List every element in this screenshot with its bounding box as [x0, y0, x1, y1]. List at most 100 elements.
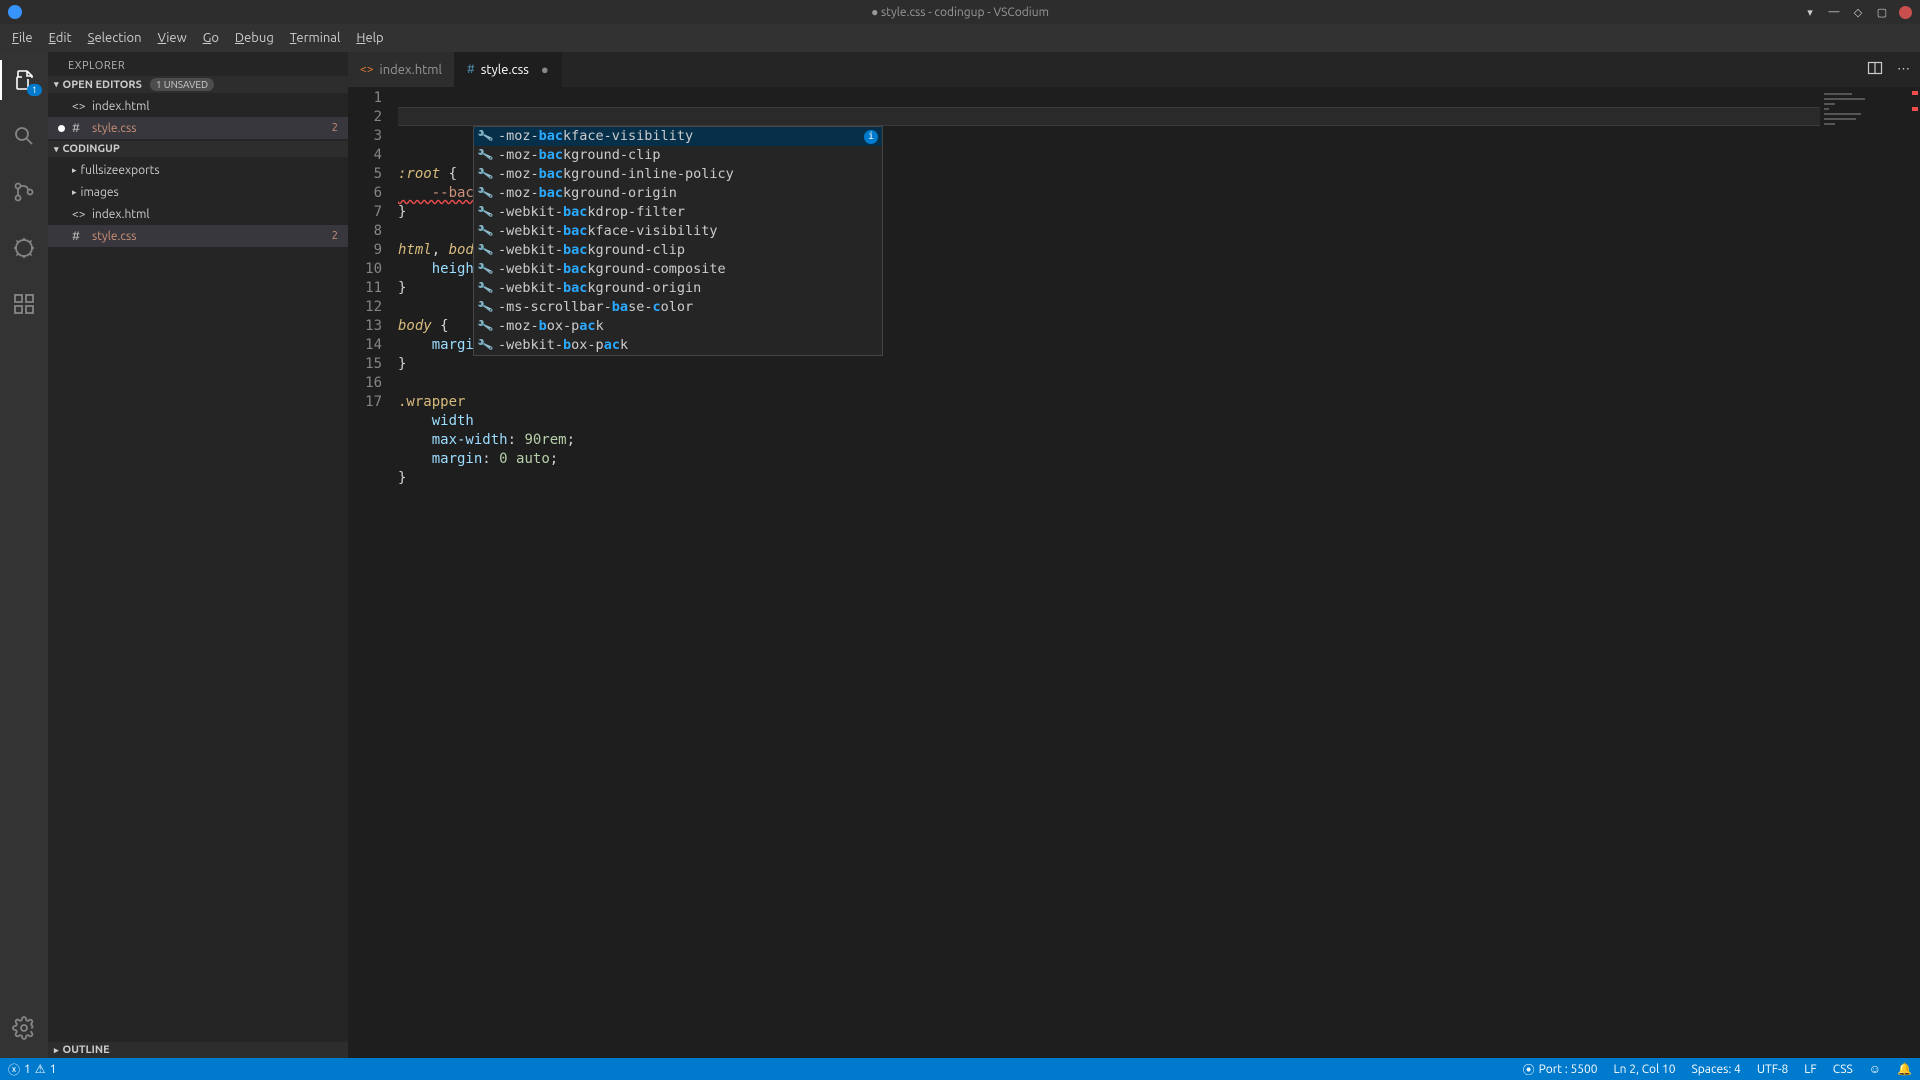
- problems-status[interactable]: ⓧ1 ⚠1: [8, 1061, 56, 1078]
- suggestion-label: -webkit-box-pack: [498, 336, 628, 355]
- tab-style-css[interactable]: # style.css ●: [455, 52, 562, 87]
- open-editor-item[interactable]: <> index.html: [48, 95, 348, 117]
- suggestion-item[interactable]: 🔧-moz-box-pack: [474, 317, 882, 336]
- notifications-icon[interactable]: 🔔: [1897, 1062, 1912, 1076]
- property-icon: 🔧: [476, 145, 494, 167]
- menu-file[interactable]: File: [4, 24, 41, 52]
- folder-name: fullsizeexports: [81, 164, 160, 177]
- source-control-icon[interactable]: [0, 172, 48, 212]
- tabs-row: <> index.html # style.css ● ⋯: [348, 52, 1920, 87]
- dirty-indicator-icon: [58, 125, 65, 132]
- sidebar-explorer: EXPLORER ▾ OPEN EDITORS 1 UNSAVED <> ind…: [48, 52, 348, 1058]
- file-item[interactable]: <> index.html: [48, 203, 348, 225]
- error-count: 2: [332, 122, 338, 134]
- css-file-icon: #: [467, 63, 475, 76]
- tab-label: style.css: [481, 63, 529, 77]
- folder-tree: ▸ fullsizeexports ▸ images <> index.html…: [48, 157, 348, 249]
- suggestion-item[interactable]: 🔧-webkit-background-origin: [474, 279, 882, 298]
- code-content[interactable]: :root { --bac}html, bod heigh}body { mar…: [398, 87, 1820, 1058]
- suggestion-label: -moz-backface-visibility: [498, 127, 693, 146]
- debug-icon[interactable]: [0, 228, 48, 268]
- restore-icon[interactable]: ◇: [1851, 5, 1865, 19]
- open-editors-header[interactable]: ▾ OPEN EDITORS 1 UNSAVED: [48, 76, 348, 93]
- suggestion-widget[interactable]: 🔧-moz-backface-visibilityi🔧-moz-backgrou…: [473, 126, 883, 356]
- menu-help[interactable]: Help: [348, 24, 391, 52]
- minimize-icon[interactable]: —: [1827, 5, 1841, 19]
- eol-status[interactable]: LF: [1804, 1063, 1816, 1076]
- split-editor-icon[interactable]: [1867, 60, 1883, 79]
- menu-go[interactable]: Go: [195, 24, 227, 52]
- menu-selection[interactable]: Selection: [80, 24, 150, 52]
- menu-debug[interactable]: Debug: [227, 24, 282, 52]
- settings-gear-icon[interactable]: [0, 1008, 48, 1048]
- open-editor-item[interactable]: # style.css 2: [48, 117, 348, 139]
- suggestion-item[interactable]: 🔧-moz-backface-visibilityi: [474, 127, 882, 146]
- folder-header[interactable]: ▾ CODINGUP: [48, 141, 348, 157]
- explorer-icon[interactable]: 1: [0, 60, 48, 100]
- menu-terminal[interactable]: Terminal: [282, 24, 349, 52]
- dirty-indicator-icon[interactable]: ●: [541, 62, 549, 77]
- suggestion-item[interactable]: 🔧-moz-background-inline-policy: [474, 165, 882, 184]
- html-file-icon: <>: [72, 100, 86, 113]
- suggestion-item[interactable]: 🔧-ms-scrollbar-base-color: [474, 298, 882, 317]
- tab-label: index.html: [380, 63, 442, 77]
- minimize-all-icon[interactable]: ▾: [1803, 5, 1817, 19]
- error-count: 1: [24, 1063, 31, 1076]
- info-icon[interactable]: i: [864, 130, 878, 144]
- tab-index-html[interactable]: <> index.html: [348, 52, 455, 87]
- property-icon: 🔧: [476, 221, 494, 243]
- file-name: style.css: [92, 230, 136, 243]
- unsaved-badge: 1 UNSAVED: [150, 78, 214, 91]
- suggestion-label: -webkit-backdrop-filter: [498, 203, 685, 222]
- folder-item[interactable]: ▸ images: [48, 181, 348, 203]
- broadcast-icon: ⦿: [1523, 1061, 1535, 1078]
- explorer-badge: 1: [27, 84, 42, 96]
- outline-header[interactable]: ▸ OUTLINE: [48, 1042, 348, 1058]
- extensions-icon[interactable]: [0, 284, 48, 324]
- more-actions-icon[interactable]: ⋯: [1897, 62, 1910, 77]
- file-name: style.css: [92, 122, 136, 135]
- indentation-status[interactable]: Spaces: 4: [1692, 1063, 1741, 1076]
- suggestion-label: -webkit-background-composite: [498, 260, 726, 279]
- outline-label: OUTLINE: [63, 1044, 110, 1056]
- property-icon: 🔧: [476, 278, 494, 300]
- app-icon: [8, 5, 22, 19]
- feedback-icon[interactable]: ☺: [1869, 1062, 1881, 1076]
- menu-view[interactable]: View: [150, 24, 195, 52]
- suggestion-item[interactable]: 🔧-webkit-background-clip: [474, 241, 882, 260]
- language-status[interactable]: CSS: [1833, 1063, 1853, 1076]
- current-line-highlight: [398, 107, 1820, 126]
- html-file-icon: <>: [360, 63, 374, 76]
- folder-item[interactable]: ▸ fullsizeexports: [48, 159, 348, 181]
- cursor-position[interactable]: Ln 2, Col 10: [1614, 1063, 1676, 1076]
- file-name: index.html: [92, 100, 150, 113]
- chevron-right-icon: ▸: [72, 165, 77, 176]
- chevron-down-icon: ▾: [54, 144, 59, 155]
- maximize-icon[interactable]: ▢: [1875, 5, 1889, 19]
- suggestion-item[interactable]: 🔧-webkit-background-composite: [474, 260, 882, 279]
- chevron-down-icon: ▾: [54, 79, 59, 90]
- suggestion-item[interactable]: 🔧-webkit-backdrop-filter: [474, 203, 882, 222]
- suggestion-item[interactable]: 🔧-moz-background-clip: [474, 146, 882, 165]
- chevron-right-icon: ▸: [54, 1045, 59, 1056]
- suggestion-item[interactable]: 🔧-webkit-box-pack: [474, 336, 882, 355]
- menu-edit[interactable]: Edit: [41, 24, 80, 52]
- folder-name: images: [81, 186, 119, 199]
- minimap[interactable]: [1820, 87, 1920, 1058]
- encoding-status[interactable]: UTF-8: [1757, 1063, 1788, 1076]
- open-editors-label: OPEN EDITORS: [63, 79, 142, 91]
- activity-bar: 1: [0, 52, 48, 1058]
- editor-body[interactable]: 1234567891011121314151617 :root { --bac}…: [348, 87, 1920, 1058]
- search-icon[interactable]: [0, 116, 48, 156]
- property-icon: 🔧: [476, 240, 494, 262]
- suggestion-item[interactable]: 🔧-moz-background-origin: [474, 184, 882, 203]
- suggestion-label: -ms-scrollbar-base-color: [498, 298, 693, 317]
- editor: <> index.html # style.css ● ⋯ 1234567891…: [348, 52, 1920, 1058]
- property-icon: 🔧: [476, 183, 494, 205]
- suggestion-item[interactable]: 🔧-webkit-backface-visibility: [474, 222, 882, 241]
- live-server-status[interactable]: ⦿Port : 5500: [1523, 1061, 1598, 1078]
- file-item[interactable]: # style.css 2: [48, 225, 348, 247]
- file-name: index.html: [92, 208, 150, 221]
- html-file-icon: <>: [72, 208, 86, 221]
- close-icon[interactable]: [1899, 6, 1912, 19]
